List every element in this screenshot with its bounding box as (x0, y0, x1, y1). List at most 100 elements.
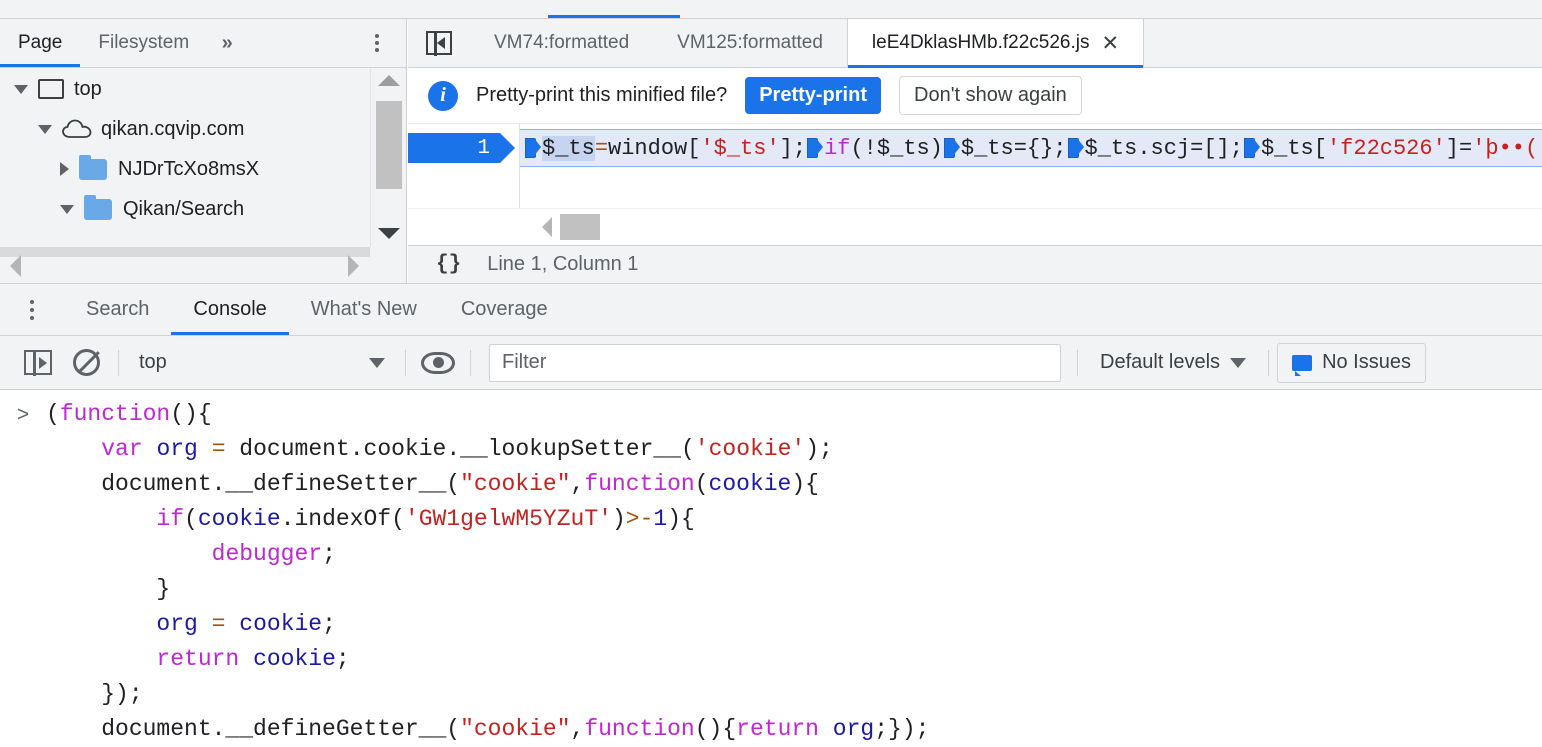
panel-collapse-icon (426, 30, 452, 56)
editor-tab-vm74[interactable]: VM74:formatted (470, 19, 654, 67)
code-token: , (570, 716, 585, 742)
code-token: var (101, 436, 143, 462)
log-levels-select[interactable]: Default levels (1086, 343, 1260, 383)
show-navigator-button[interactable] (408, 19, 470, 67)
code-token: 'cookie' (694, 436, 806, 462)
clear-console-button[interactable] (62, 341, 110, 385)
pretty-print-button[interactable]: Pretty-print (745, 77, 881, 114)
chevron-down-icon[interactable] (60, 204, 74, 214)
tree-item-folder-njdrtcxo8msx[interactable]: NJDrTcXo8msX (0, 149, 371, 189)
scroll-down-icon[interactable] (377, 228, 400, 239)
kebab-dot (30, 315, 34, 320)
horizontal-scroll-track[interactable] (0, 247, 371, 257)
nav-tab-filesystem-label: Filesystem (98, 32, 190, 53)
drawer-tab-whats-new[interactable]: What's New (289, 284, 439, 335)
code-token: >- (625, 506, 654, 532)
fold-marker-icon[interactable] (1243, 137, 1260, 158)
tree-item-top[interactable]: top (0, 69, 371, 109)
drawer-tab-search[interactable]: Search (64, 284, 171, 335)
chevron-down-icon[interactable] (14, 84, 28, 94)
code-content[interactable]: $_ts=window['$_ts']; if(!$_ts) $_ts={}; $_t… (520, 124, 1542, 208)
chevron-right-icon[interactable] (60, 162, 69, 176)
filter-input[interactable] (489, 343, 1061, 382)
fold-marker-icon[interactable] (807, 137, 824, 158)
code-token: ;}); (874, 716, 930, 742)
code-token: '$_ts' (700, 136, 780, 161)
navigator-kebab-icon[interactable] (368, 31, 386, 55)
code-token: document.cookie.__lookupSetter__( (225, 436, 695, 462)
code-token: org (156, 436, 198, 462)
editor-horizontal-scrollbar[interactable] (408, 208, 1542, 245)
console-input-code: (function(){ var org = document.cookie._… (46, 397, 929, 747)
close-icon[interactable]: ✕ (1101, 33, 1119, 54)
code-token: ( (694, 471, 709, 497)
execution-context-select[interactable]: top (127, 343, 397, 383)
scroll-left-icon[interactable] (10, 254, 21, 277)
code-editor[interactable]: 1 $_ts=window['$_ts']; if(!$_ts) $_ts={}; $… (408, 124, 1542, 208)
tree-item-domain[interactable]: qikan.cqvip.com (0, 109, 371, 149)
drawer-tab-console[interactable]: Console (171, 284, 290, 335)
drawer-tab-coverage[interactable]: Coverage (439, 284, 570, 335)
code-token: ){ (667, 506, 695, 532)
more-tabs-icon[interactable]: » (207, 19, 247, 67)
tree-item-folder-qikan-search[interactable]: Qikan/Search (0, 189, 371, 229)
vertical-scroll-thumb[interactable] (376, 101, 402, 189)
code-token: 'GW1gelwM5YZuT' (404, 506, 612, 532)
code-token: org (156, 611, 198, 637)
code-token: ){ (791, 471, 819, 497)
issues-button[interactable]: No Issues (1277, 342, 1426, 383)
kebab-dot (375, 48, 379, 52)
issues-icon (1292, 354, 1313, 376)
drawer-tab-label: Console (193, 298, 267, 320)
fold-marker-icon[interactable] (525, 137, 541, 158)
code-token: 1 (653, 506, 668, 532)
live-expression-button[interactable] (414, 341, 462, 385)
console-sidebar-toggle-button[interactable] (14, 341, 62, 385)
panel-tabbar-sliver (0, 0, 1542, 19)
editor-tab-vm125[interactable]: VM125:formatted (653, 19, 847, 67)
code-token: ; (322, 541, 336, 567)
nav-tab-page-label: Page (18, 32, 63, 53)
folder-icon (84, 194, 112, 220)
navigator-horizontal-scrollbar[interactable] (0, 247, 371, 283)
scroll-up-icon[interactable] (377, 75, 400, 86)
fold-marker-icon[interactable] (1067, 137, 1084, 158)
scroll-left-icon[interactable] (542, 217, 552, 237)
code-token: return (736, 716, 819, 742)
dont-show-again-button[interactable]: Don't show again (899, 76, 1082, 115)
console-input-message[interactable]: > (function(){ var org = document.cookie… (0, 397, 1542, 747)
console-code-line: org = cookie; (46, 607, 929, 642)
code-token: (){ (694, 716, 737, 742)
file-tree[interactable]: top qikan.cqvip.com NJDrTcXo8msX Qikan/S… (0, 69, 371, 247)
horizontal-scroll-thumb[interactable] (560, 214, 600, 240)
console-messages[interactable]: > (function(){ var org = document.cookie… (0, 391, 1542, 747)
pretty-print-icon[interactable]: {} (436, 253, 461, 276)
drawer-kebab-icon[interactable] (0, 284, 64, 335)
nav-tab-filesystem[interactable]: Filesystem (80, 19, 207, 67)
code-token: = (211, 436, 226, 462)
code-token: "cookie" (460, 471, 571, 497)
console-code-line: }); (46, 677, 929, 712)
code-line[interactable]: $_ts=window['$_ts']; if(!$_ts) $_ts={}; $_t… (520, 129, 1542, 167)
scroll-right-icon[interactable] (348, 254, 359, 277)
code-token: function (584, 471, 695, 497)
input-arrow-icon: > (16, 403, 30, 426)
code-token: $_ts={}; (960, 136, 1067, 161)
code-token: function (59, 401, 171, 427)
code-token: 'þ••( (1472, 136, 1539, 161)
editor-tab-lee4dklashmb[interactable]: leE4DklasHMb.f22c526.js ✕ (846, 19, 1145, 68)
console-code-line: document.__defineGetter__("cookie",funct… (46, 712, 929, 747)
nav-tab-page[interactable]: Page (0, 19, 81, 67)
console-code-line: } (46, 572, 929, 607)
code-token: , (570, 471, 585, 497)
code-token: cookie (253, 646, 336, 672)
editor-tab-label: leE4DklasHMb.f22c526.js (871, 32, 1090, 53)
fold-marker-icon[interactable] (943, 137, 960, 158)
chevron-down-icon[interactable] (38, 124, 52, 134)
navigator-vertical-scrollbar[interactable] (370, 69, 406, 247)
